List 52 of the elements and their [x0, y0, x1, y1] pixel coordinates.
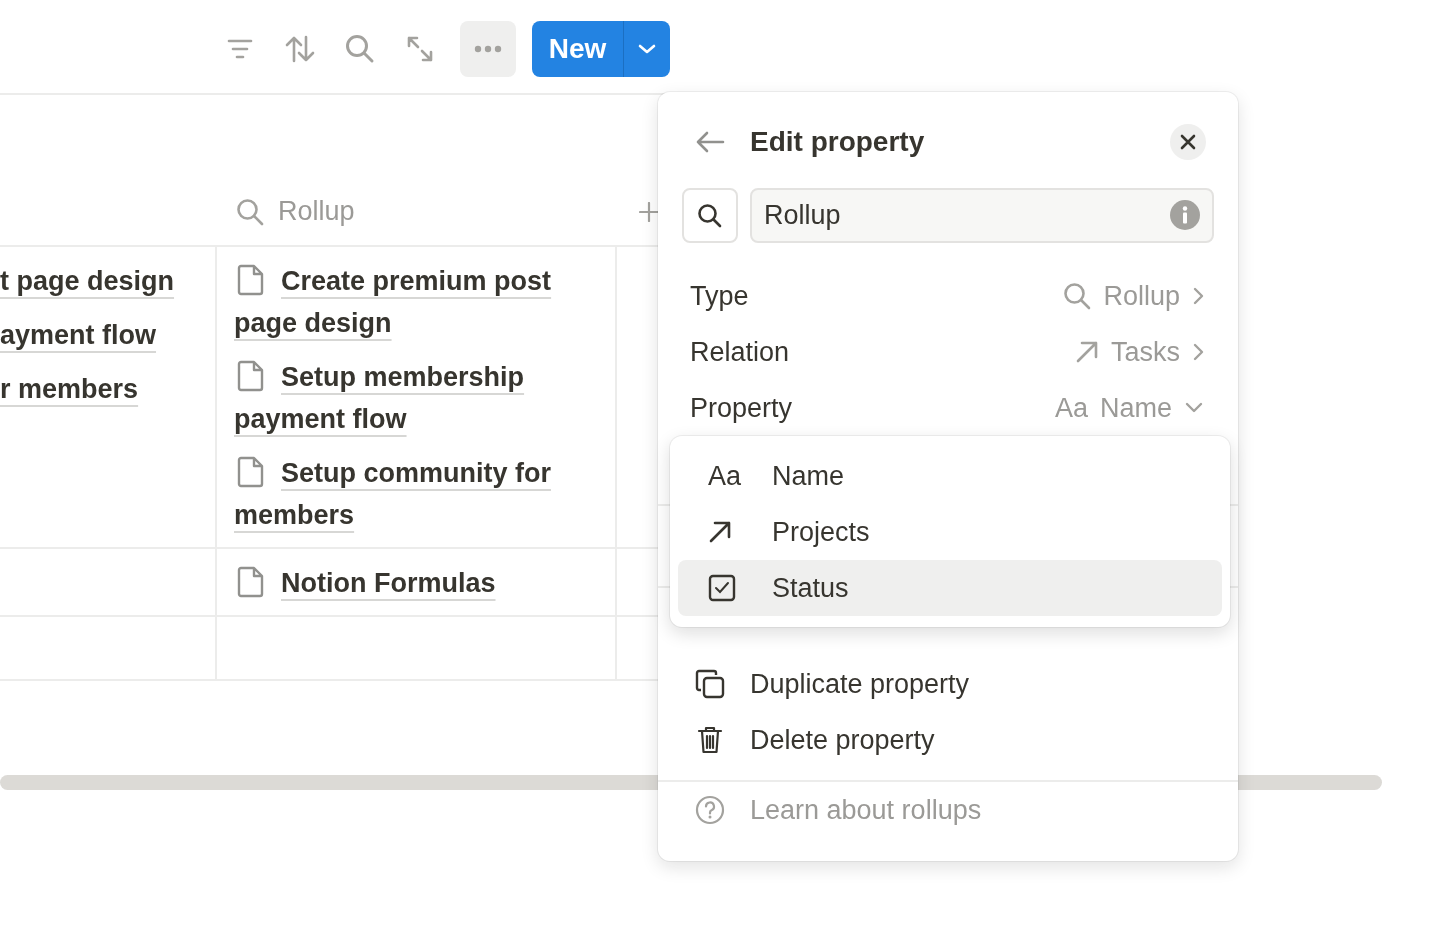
page-icon	[237, 360, 265, 392]
close-icon	[1180, 134, 1196, 150]
dropdown-option[interactable]: Aa Name	[678, 448, 1222, 504]
search-icon	[697, 202, 723, 229]
search-icon	[1063, 282, 1092, 310]
page-icon	[237, 566, 265, 598]
page-link[interactable]: r members	[0, 374, 139, 404]
name-field[interactable]: Rollup	[750, 188, 1214, 243]
more-icon	[474, 44, 502, 53]
page-link[interactable]: Setup community for members	[234, 452, 603, 536]
dropdown-option[interactable]: Projects	[678, 504, 1222, 560]
chevron-right-icon	[1192, 286, 1204, 306]
setting-value: Name	[1099, 392, 1172, 424]
property-setting-row[interactable]: Property Aa Name	[658, 380, 1238, 436]
text-type-icon: Aa	[1054, 392, 1088, 424]
diagonal-arrow-icon	[1074, 340, 1099, 364]
add-column-icon[interactable]	[639, 202, 659, 222]
diagonal-arrow-icon	[708, 520, 732, 544]
chevron-right-icon	[1192, 342, 1204, 362]
back-arrow-icon	[695, 131, 725, 153]
page-icon	[237, 264, 265, 296]
page-link[interactable]: Create premium post page design	[234, 260, 603, 344]
expand-icon	[406, 34, 434, 63]
sort-icon	[284, 34, 316, 63]
setting-label: Type	[690, 280, 749, 312]
property-setting-row[interactable]: Type Rollup	[658, 268, 1238, 324]
more-button[interactable]	[460, 20, 516, 77]
setting-value: Rollup	[1103, 280, 1180, 312]
page-link[interactable]: Notion Formulas	[234, 562, 603, 604]
search-icon	[236, 197, 264, 226]
type-icon-button[interactable]	[682, 188, 738, 243]
setting-label: Relation	[690, 336, 790, 368]
setting-label: Property	[690, 392, 793, 424]
chevron-down-icon	[637, 42, 657, 55]
info-icon[interactable]	[1170, 200, 1200, 230]
search-icon	[345, 33, 375, 64]
property-setting-row[interactable]: Relation Tasks	[658, 324, 1238, 380]
setting-value: Tasks	[1110, 336, 1180, 368]
dropdown-option[interactable]: Status	[678, 560, 1222, 616]
menu-item[interactable]: Delete property	[658, 712, 1238, 768]
page-link[interactable]: ayment flow	[0, 320, 157, 350]
chevron-down-icon	[1184, 402, 1204, 414]
panel-title: Edit property	[750, 126, 926, 158]
menu-item[interactable]: Duplicate property	[658, 656, 1238, 712]
page-icon	[237, 456, 265, 488]
new-options-button[interactable]	[624, 20, 670, 77]
text-type-icon: Aa	[708, 460, 742, 492]
new-button[interactable]: New	[532, 20, 624, 77]
checkbox-icon	[708, 574, 736, 602]
close-button[interactable]	[1170, 124, 1206, 160]
page-link[interactable]: t page design	[0, 266, 175, 296]
page-link[interactable]: Setup membership payment flow	[234, 356, 603, 440]
